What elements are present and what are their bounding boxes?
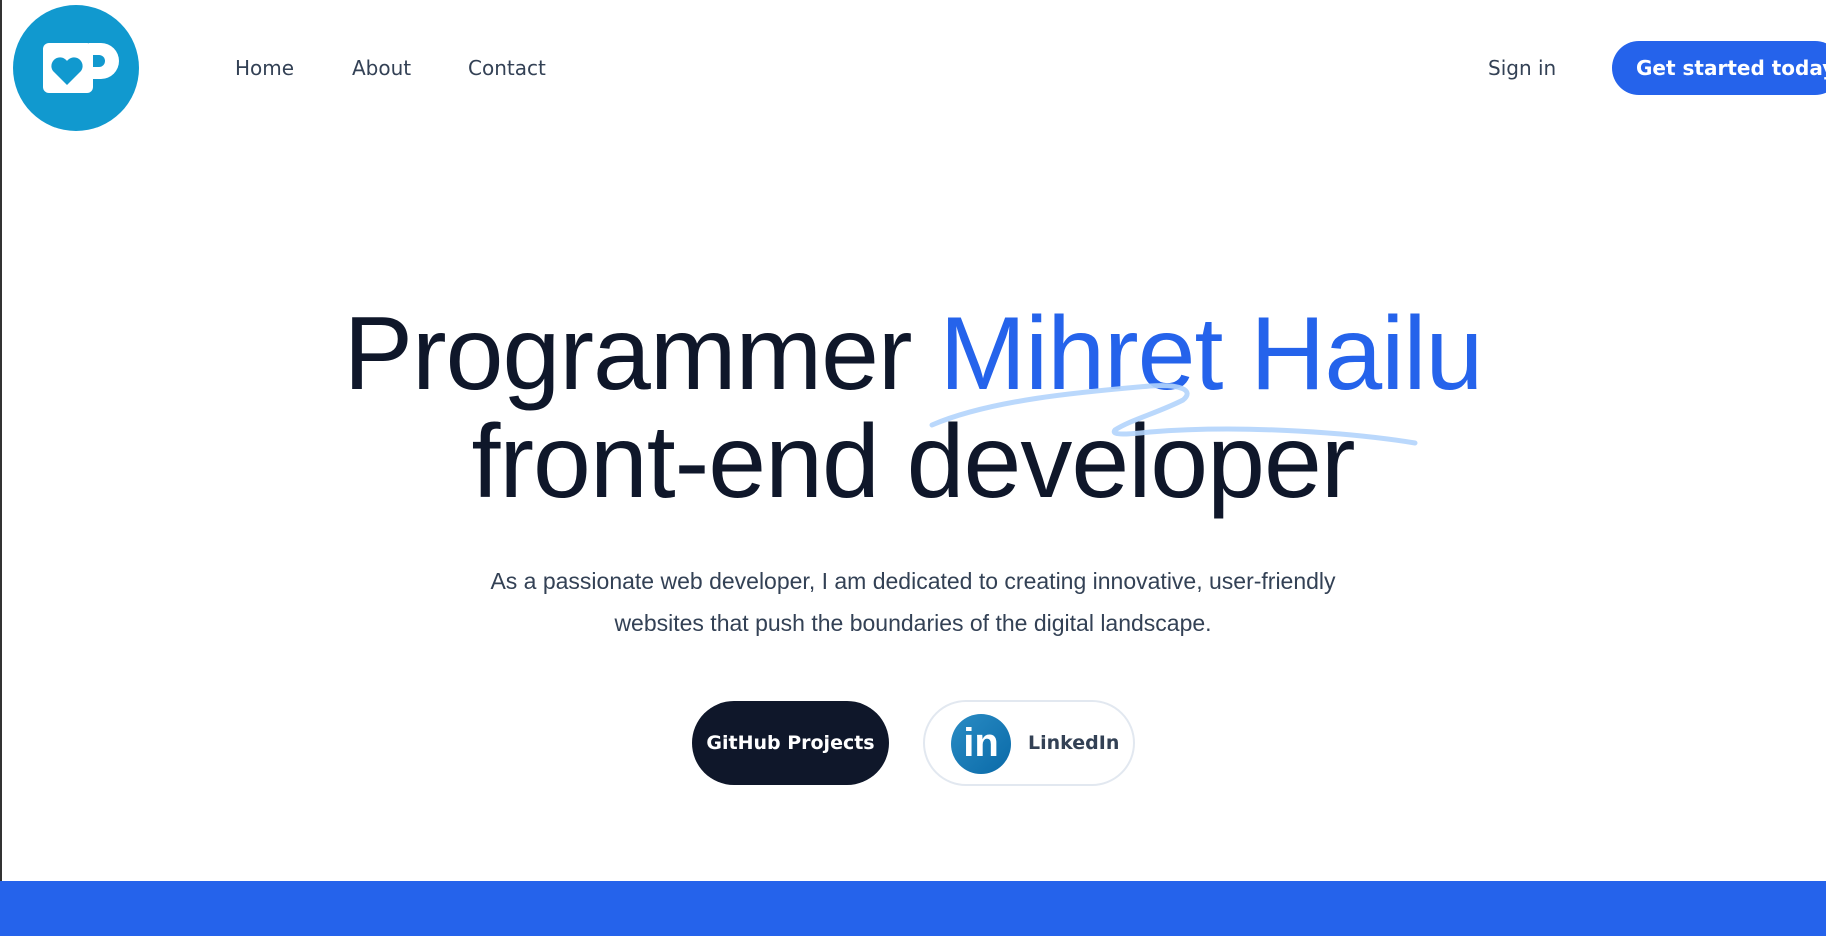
- nav-about[interactable]: About: [352, 56, 411, 80]
- linkedin-button[interactable]: in LinkedIn: [923, 700, 1135, 786]
- get-started-button[interactable]: Get started today: [1612, 41, 1826, 95]
- title-prefix: Programmer: [343, 296, 913, 412]
- blue-section-band: [0, 881, 1826, 936]
- description-line-2: websites that push the boundaries of the…: [614, 610, 1212, 636]
- hero-title: Programmer Mihret Hailu front-end develo…: [0, 300, 1826, 516]
- linkedin-icon: in: [951, 714, 1011, 774]
- nav-home[interactable]: Home: [235, 56, 294, 80]
- nav-contact[interactable]: Contact: [468, 56, 546, 80]
- description-line-1: As a passionate web developer, I am dedi…: [490, 568, 1336, 594]
- hero-description: As a passionate web developer, I am dedi…: [413, 560, 1413, 644]
- sign-in-link[interactable]: Sign in: [1488, 56, 1556, 80]
- title-line2: front-end developer: [471, 404, 1356, 520]
- heart-mug-icon: [43, 43, 119, 93]
- linkedin-label: LinkedIn: [1028, 732, 1120, 754]
- title-highlight: Mihret Hailu: [939, 296, 1483, 412]
- logo[interactable]: [13, 5, 139, 131]
- github-projects-button[interactable]: GitHub Projects: [692, 701, 889, 785]
